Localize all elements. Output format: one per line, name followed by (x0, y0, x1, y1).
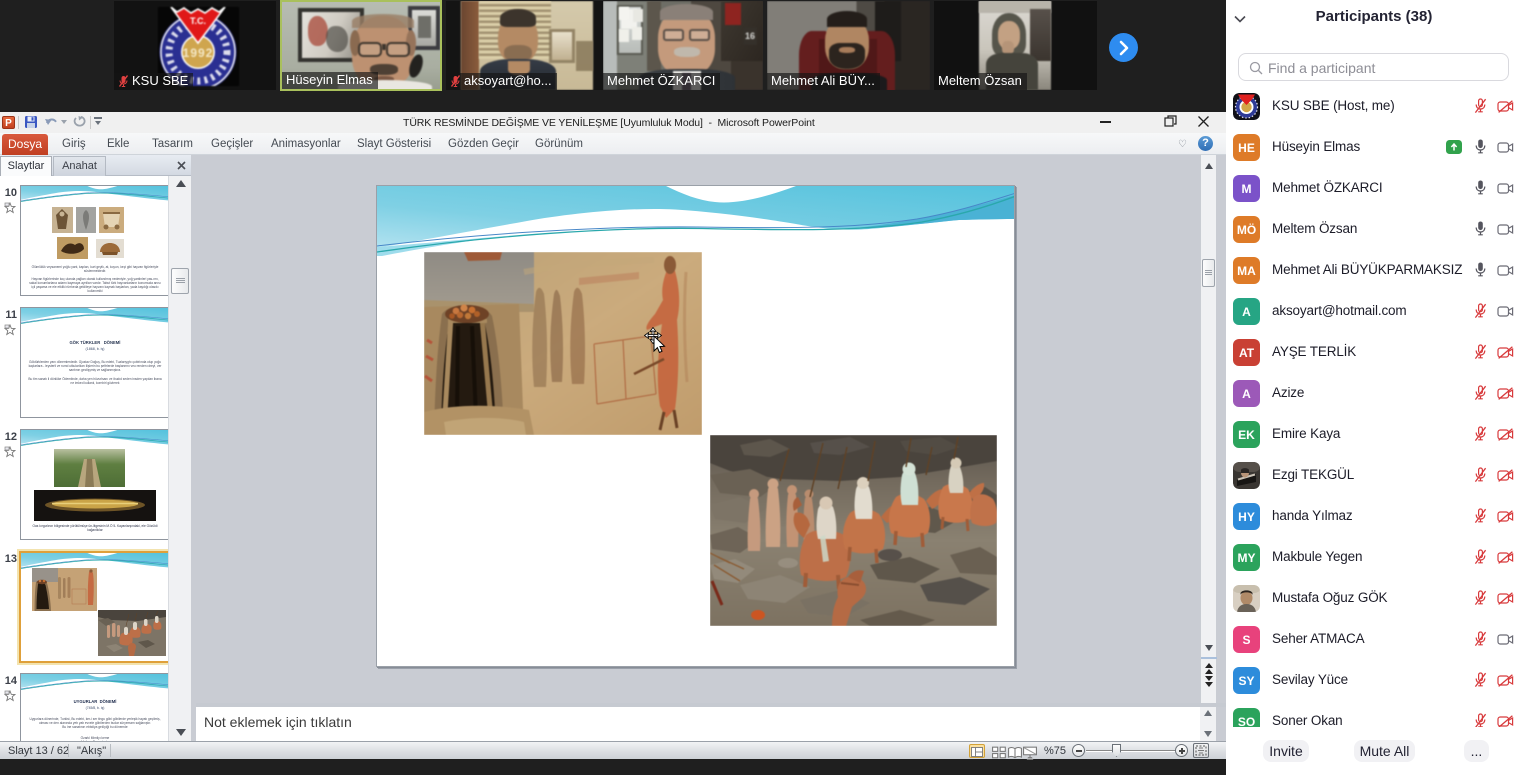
svg-text:T.C.: T.C. (190, 16, 206, 26)
svg-text:1992: 1992 (183, 46, 214, 60)
